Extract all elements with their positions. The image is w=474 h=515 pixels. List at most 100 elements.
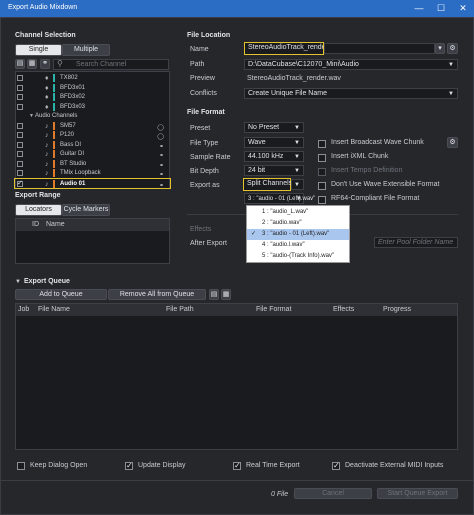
export-as-arrow[interactable]: ▼	[291, 179, 304, 190]
chevron-down-icon: ▼	[294, 125, 300, 131]
track-color-swatch	[53, 83, 55, 92]
footer-option-checkbox[interactable]	[17, 462, 25, 470]
channel-menu-item[interactable]: 1 : "audio_L.wav"	[247, 207, 349, 218]
channel-checkbox[interactable]	[17, 122, 23, 129]
footer-option-label: Deactivate External MIDI Inputs	[345, 462, 444, 469]
after-export-label: After Export	[190, 240, 227, 247]
tab-single[interactable]: Single	[15, 44, 62, 56]
add-to-queue-button[interactable]: Add to Queue	[15, 289, 107, 300]
channel-name: TMix Loopback	[60, 170, 101, 176]
tab-cycle-markers[interactable]: Cycle Markers	[62, 204, 110, 216]
bit-depth-dropdown[interactable]: 24 bit ▼	[244, 165, 304, 176]
file-format-heading: File Format	[187, 109, 225, 116]
name-input-extension[interactable]	[324, 43, 435, 54]
start-queue-export-button[interactable]: Start Queue Export	[377, 488, 458, 499]
tree-channel-row[interactable]: ✓ ♪ Audio 01 ⚭	[14, 177, 171, 191]
track-color-swatch	[53, 150, 55, 158]
column-file-name: File Name	[38, 306, 70, 313]
channel-name: BT Studio	[60, 160, 87, 167]
format-option-checkbox[interactable]	[318, 196, 326, 204]
channel-menu-item-label: 5 : "audio-(Track Info).wav"	[262, 253, 335, 259]
track-color-swatch	[53, 93, 55, 101]
tree-channel-row[interactable]: ♪ BT Studio ⚭	[15, 159, 170, 169]
tab-multiple[interactable]: Multiple	[62, 44, 110, 56]
conflicts-dropdown[interactable]: Create Unique File Name ▼	[244, 88, 458, 99]
conflicts-label: Conflicts	[190, 90, 217, 97]
channel-file-dropdown[interactable]: 3 : "audio - 01 (Left).wav" ▼	[244, 193, 315, 204]
channel-checkbox[interactable]	[17, 75, 23, 81]
format-option-checkbox[interactable]	[318, 154, 326, 162]
name-settings-gear-icon[interactable]: ⚙	[447, 43, 458, 54]
channel-menu-item[interactable]: ✓ 3 : "audio - 01 (Left).wav"	[247, 229, 349, 240]
conflicts-value: Create Unique File Name	[248, 90, 327, 97]
channel-checkbox[interactable]	[17, 141, 23, 148]
export-as-dropdown[interactable]: Split Channels	[243, 178, 292, 191]
channel-checkbox[interactable]	[17, 170, 23, 176]
name-label: Name	[190, 46, 209, 53]
channel-checkbox[interactable]	[17, 94, 23, 100]
collapse-triangle-icon[interactable]: ▼	[15, 279, 21, 285]
channel-checkbox[interactable]	[17, 160, 23, 167]
channel-menu-item-label: 4 : "audio.l.wav"	[262, 242, 305, 248]
path-dropdown[interactable]: D:\DataCubase\C12070_Mini\Audio ▼	[244, 59, 458, 70]
search-channel-input[interactable]: Search Channel	[53, 59, 169, 70]
name-input[interactable]: StereoAudioTrack_render	[244, 42, 324, 55]
format-option-checkbox[interactable]	[318, 168, 326, 176]
tree-channel-row[interactable]: ♦ BFD3x03	[15, 102, 170, 112]
footer-option-checkbox[interactable]	[125, 461, 133, 470]
channel-checkbox[interactable]	[17, 151, 23, 157]
sample-rate-dropdown[interactable]: 44.100 kHz ▼	[244, 151, 304, 162]
channel-menu-item[interactable]: 2 : "audio.wav"	[247, 218, 349, 229]
tree-channel-row[interactable]: ♪ P120 ◯	[15, 130, 170, 140]
format-option-label: Insert Tempo Definition	[331, 167, 403, 174]
preset-value: No Preset	[248, 124, 280, 131]
range-table-header: ID Name	[16, 219, 169, 231]
tab-locators[interactable]: Locators	[15, 204, 62, 216]
cancel-button[interactable]: Cancel	[294, 488, 372, 499]
preset-dropdown[interactable]: No Preset ▼	[244, 122, 304, 133]
column-progress: Progress	[383, 306, 412, 313]
channel-menu-item[interactable]: 5 : "audio-(Track Info).wav"	[247, 251, 349, 262]
footer-option-checkbox[interactable]	[233, 461, 241, 470]
pool-folder-placeholder: Enter Pool Folder Name	[378, 239, 454, 246]
expand-triangle-icon[interactable]: ▼	[29, 111, 34, 121]
window-title: Export Audio Mixdown	[8, 4, 78, 11]
footer-option-checkbox[interactable]	[332, 461, 340, 470]
channel-checkbox[interactable]	[17, 84, 23, 91]
link-ring-icon[interactable]: ⚭	[159, 181, 164, 191]
chevron-down-icon: ▼	[448, 62, 454, 68]
collapse-all-icon[interactable]: ▤	[15, 59, 25, 69]
chevron-down-icon: ▼	[294, 140, 300, 146]
channel-checkbox[interactable]	[17, 103, 23, 110]
file-count: 0 File	[271, 491, 289, 498]
name-dropdown-button[interactable]: ▾	[435, 43, 445, 54]
minimize-button[interactable]: —	[408, 0, 430, 17]
channel-menu-item[interactable]: 4 : "audio.l.wav"	[247, 240, 349, 251]
queue-expand-icon[interactable]: ▤	[209, 289, 219, 300]
tree-group-label: Audio Channels	[35, 113, 78, 119]
tree-group-row[interactable]: ▼ Audio Channels	[15, 111, 170, 121]
channel-checkbox[interactable]	[17, 132, 23, 138]
file-type-dropdown[interactable]: Wave ▼	[244, 137, 304, 148]
maximize-button[interactable]: ☐	[430, 0, 452, 17]
tree-channel-row[interactable]: ♪ TMix Loopback ⚭	[15, 168, 170, 178]
remove-all-from-queue-button[interactable]: Remove All from Queue	[108, 289, 206, 300]
bwf-settings-gear-icon[interactable]: ⚙	[447, 137, 458, 148]
tree-channel-row[interactable]: ♦ BFD3x02	[15, 92, 170, 102]
format-option-checkbox[interactable]	[318, 140, 326, 148]
tree-channel-row[interactable]: ♪ Bass DI ⚭	[15, 140, 170, 150]
channel-checkbox[interactable]: ✓	[17, 180, 23, 187]
format-option-checkbox[interactable]	[318, 182, 326, 190]
expand-all-icon[interactable]: ▦	[27, 59, 37, 69]
tree-channel-row[interactable]: ♪ Guitar DI ⚭	[15, 149, 170, 159]
tree-channel-row[interactable]: ♦ BFD3x01	[15, 83, 170, 93]
close-button[interactable]: ✕	[452, 0, 474, 17]
tree-channel-row[interactable]: ♪ SM57 ◯	[15, 121, 170, 131]
queue-collapse-icon[interactable]: ▦	[221, 289, 231, 300]
channel-selection-heading: Channel Selection	[15, 32, 76, 39]
pool-folder-input[interactable]: Enter Pool Folder Name	[374, 237, 458, 248]
column-effects: Effects	[333, 306, 355, 313]
link-icon[interactable]: ⚭	[40, 59, 50, 69]
footer-divider	[0, 480, 474, 481]
tree-channel-row[interactable]: ♦ TX802	[15, 73, 170, 83]
